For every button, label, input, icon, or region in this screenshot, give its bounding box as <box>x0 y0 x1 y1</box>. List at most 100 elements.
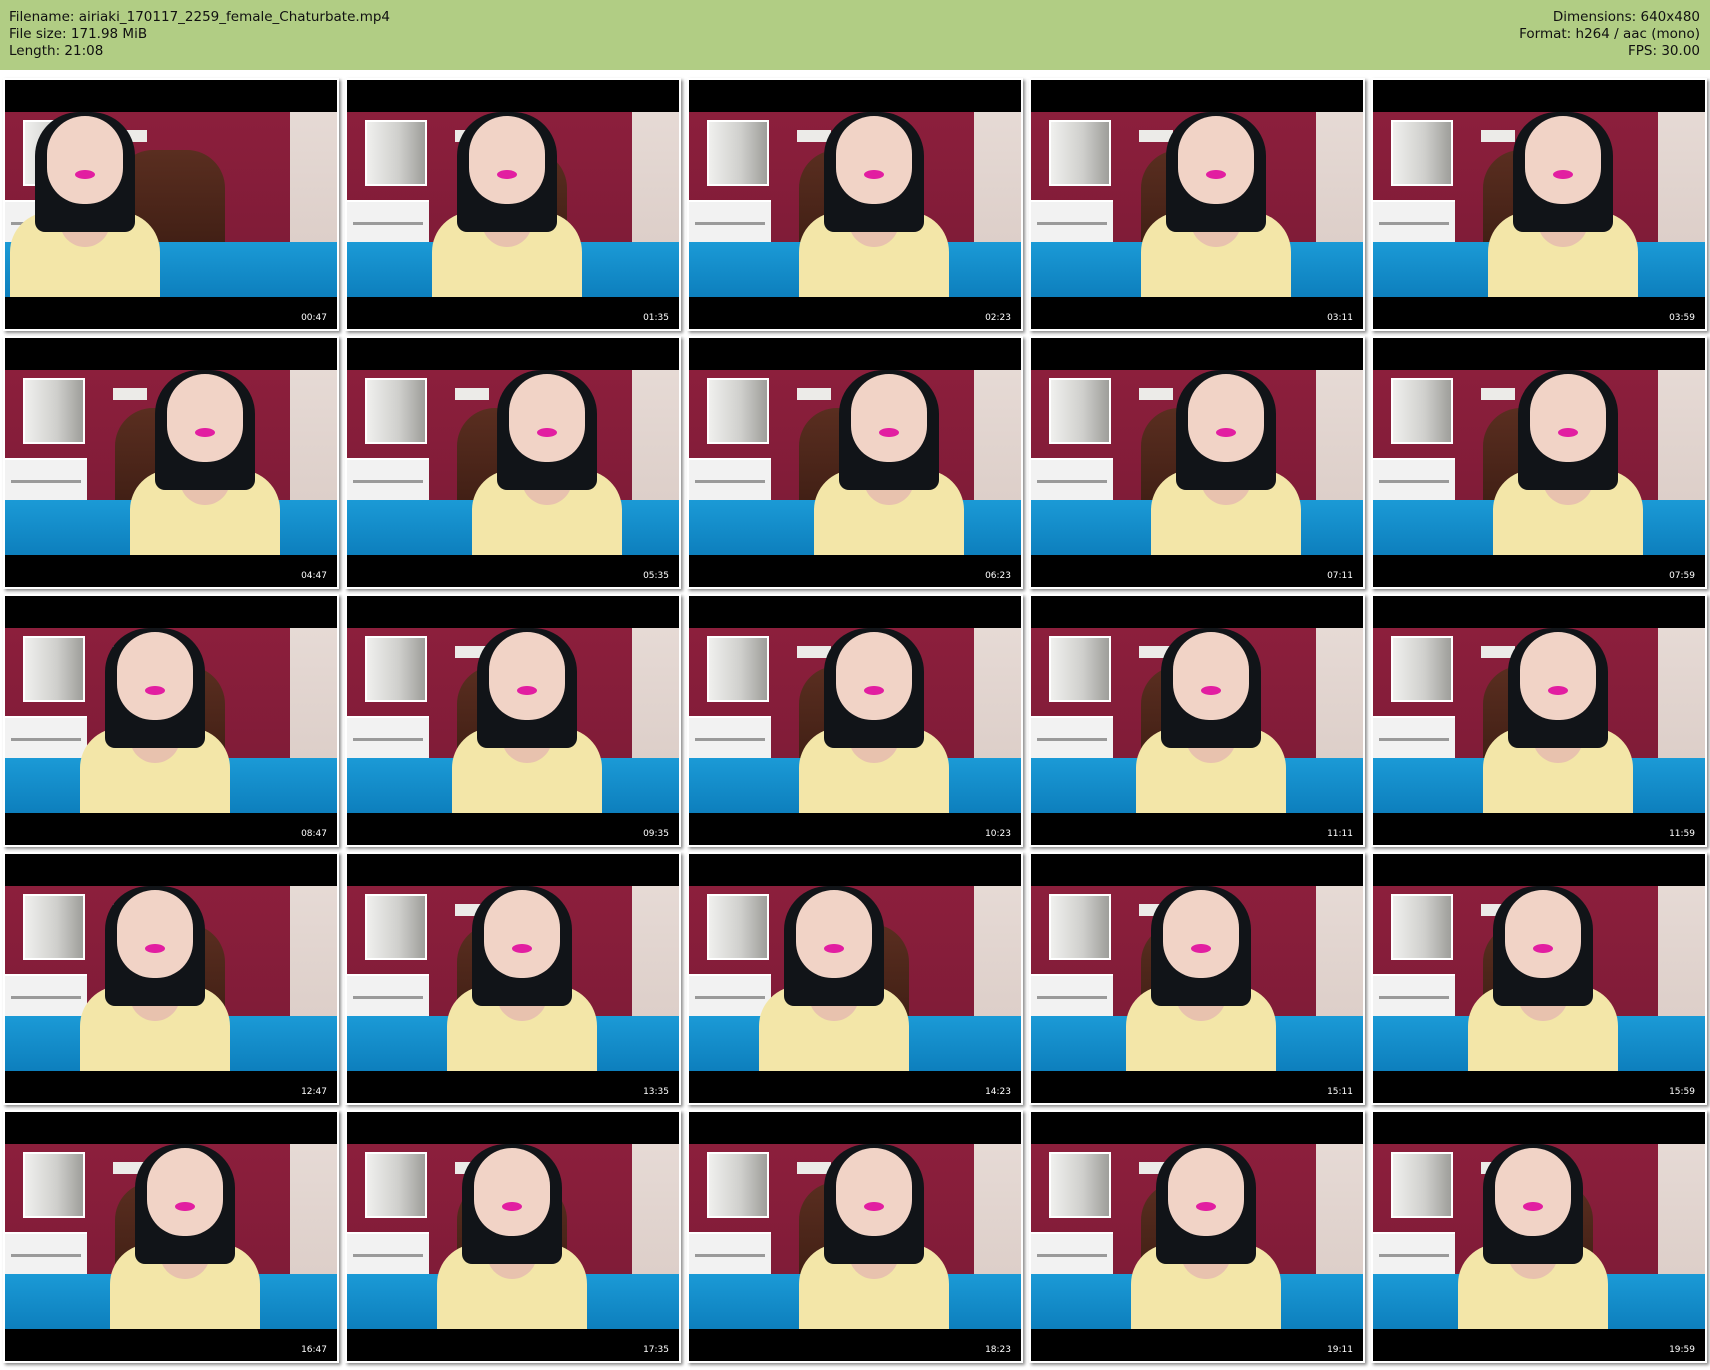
frame-image <box>5 370 337 555</box>
timestamp-label: 07:11 <box>1327 571 1353 581</box>
timestamp-label: 13:35 <box>643 1087 669 1097</box>
thumbnail-tile[interactable]: 15:11 <box>1029 852 1365 1105</box>
thumbnail-tile[interactable]: 04:47 <box>3 336 339 589</box>
frame-image <box>347 370 679 555</box>
format-text: Format: h264 / aac (mono) <box>1519 26 1700 42</box>
file-info-header: Filename: airiaki_170117_2259_female_Cha… <box>0 0 1710 70</box>
timestamp-label: 16:47 <box>301 1345 327 1355</box>
video-frame: 11:11 <box>1031 596 1363 845</box>
frame-image <box>689 886 1021 1071</box>
thumbnail-tile[interactable]: 18:23 <box>687 1110 1023 1363</box>
video-frame: 03:11 <box>1031 80 1363 329</box>
frame-image <box>1373 112 1705 297</box>
thumbnail-tile[interactable]: 01:35 <box>345 78 681 331</box>
timestamp-label: 03:59 <box>1669 313 1695 323</box>
thumbnail-grid: 00:47 01:35 02:23 03:11 03:59 04:47 05:35 06:23… <box>3 78 1707 1368</box>
video-frame: 05:35 <box>347 338 679 587</box>
video-frame: 17:35 <box>347 1112 679 1361</box>
file-info-left: Filename: airiaki_170117_2259_female_Cha… <box>9 9 390 60</box>
timestamp-label: 09:35 <box>643 829 669 839</box>
timestamp-label: 17:35 <box>643 1345 669 1355</box>
timestamp-label: 03:11 <box>1327 313 1353 323</box>
thumbnail-tile[interactable]: 07:59 <box>1371 336 1707 589</box>
thumbnail-tile[interactable]: 11:59 <box>1371 594 1707 847</box>
thumbnail-tile[interactable]: 08:47 <box>3 594 339 847</box>
timestamp-label: 08:47 <box>301 829 327 839</box>
frame-image <box>1373 1144 1705 1329</box>
thumbnail-tile[interactable]: 02:23 <box>687 78 1023 331</box>
dimensions-text: Dimensions: 640x480 <box>1552 9 1700 25</box>
timestamp-label: 07:59 <box>1669 571 1695 581</box>
timestamp-label: 19:11 <box>1327 1345 1353 1355</box>
timestamp-label: 02:23 <box>985 313 1011 323</box>
video-frame: 19:11 <box>1031 1112 1363 1361</box>
thumbnail-tile[interactable]: 10:23 <box>687 594 1023 847</box>
frame-image <box>1373 628 1705 813</box>
video-frame: 03:59 <box>1373 80 1705 329</box>
thumbnail-tile[interactable]: 19:59 <box>1371 1110 1707 1363</box>
video-frame: 13:35 <box>347 854 679 1103</box>
timestamp-label: 05:35 <box>643 571 669 581</box>
video-frame: 15:59 <box>1373 854 1705 1103</box>
thumbnail-tile[interactable]: 13:35 <box>345 852 681 1105</box>
frame-image <box>689 370 1021 555</box>
thumbnail-tile[interactable]: 19:11 <box>1029 1110 1365 1363</box>
frame-image <box>347 1144 679 1329</box>
timestamp-label: 14:23 <box>985 1087 1011 1097</box>
frame-image <box>347 886 679 1071</box>
thumbnail-tile[interactable]: 05:35 <box>345 336 681 589</box>
thumbnail-tile[interactable]: 03:59 <box>1371 78 1707 331</box>
timestamp-label: 00:47 <box>301 313 327 323</box>
filename-text: Filename: airiaki_170117_2259_female_Cha… <box>9 9 391 25</box>
frame-image <box>347 112 679 297</box>
length-text: Length: 21:08 <box>9 43 104 59</box>
frame-image <box>5 886 337 1071</box>
thumbnail-tile[interactable]: 03:11 <box>1029 78 1365 331</box>
timestamp-label: 04:47 <box>301 571 327 581</box>
timestamp-label: 11:11 <box>1327 829 1353 839</box>
frame-image <box>347 628 679 813</box>
thumbnail-tile[interactable]: 07:11 <box>1029 336 1365 589</box>
timestamp-label: 11:59 <box>1669 829 1695 839</box>
thumbnail-tile[interactable]: 11:11 <box>1029 594 1365 847</box>
frame-image <box>1031 628 1363 813</box>
video-frame: 14:23 <box>689 854 1021 1103</box>
thumbnail-tile[interactable]: 12:47 <box>3 852 339 1105</box>
video-frame: 04:47 <box>5 338 337 587</box>
thumbnail-tile[interactable]: 15:59 <box>1371 852 1707 1105</box>
timestamp-label: 06:23 <box>985 571 1011 581</box>
frame-image <box>689 628 1021 813</box>
video-frame: 07:11 <box>1031 338 1363 587</box>
thumbnail-tile[interactable]: 00:47 <box>3 78 339 331</box>
frame-image <box>1031 886 1363 1071</box>
frame-image <box>5 112 337 297</box>
timestamp-label: 12:47 <box>301 1087 327 1097</box>
video-frame: 00:47 <box>5 80 337 329</box>
thumbnail-tile[interactable]: 09:35 <box>345 594 681 847</box>
thumbnail-tile[interactable]: 16:47 <box>3 1110 339 1363</box>
timestamp-label: 15:59 <box>1669 1087 1695 1097</box>
video-frame: 10:23 <box>689 596 1021 845</box>
video-frame: 12:47 <box>5 854 337 1103</box>
video-frame: 06:23 <box>689 338 1021 587</box>
fps-text: FPS: 30.00 <box>1628 43 1700 59</box>
frame-image <box>689 1144 1021 1329</box>
video-frame: 08:47 <box>5 596 337 845</box>
filesize-text: File size: 171.98 MiB <box>9 26 148 42</box>
thumbnail-tile[interactable]: 14:23 <box>687 852 1023 1105</box>
frame-image <box>689 112 1021 297</box>
timestamp-label: 19:59 <box>1669 1345 1695 1355</box>
frame-image <box>1373 886 1705 1071</box>
frame-image <box>1031 370 1363 555</box>
timestamp-label: 01:35 <box>643 313 669 323</box>
video-frame: 02:23 <box>689 80 1021 329</box>
video-frame: 15:11 <box>1031 854 1363 1103</box>
timestamp-label: 10:23 <box>985 829 1011 839</box>
thumbnail-tile[interactable]: 17:35 <box>345 1110 681 1363</box>
video-frame: 09:35 <box>347 596 679 845</box>
video-frame: 19:59 <box>1373 1112 1705 1361</box>
frame-image <box>1373 370 1705 555</box>
frame-image <box>5 628 337 813</box>
thumbnail-tile[interactable]: 06:23 <box>687 336 1023 589</box>
video-frame: 07:59 <box>1373 338 1705 587</box>
